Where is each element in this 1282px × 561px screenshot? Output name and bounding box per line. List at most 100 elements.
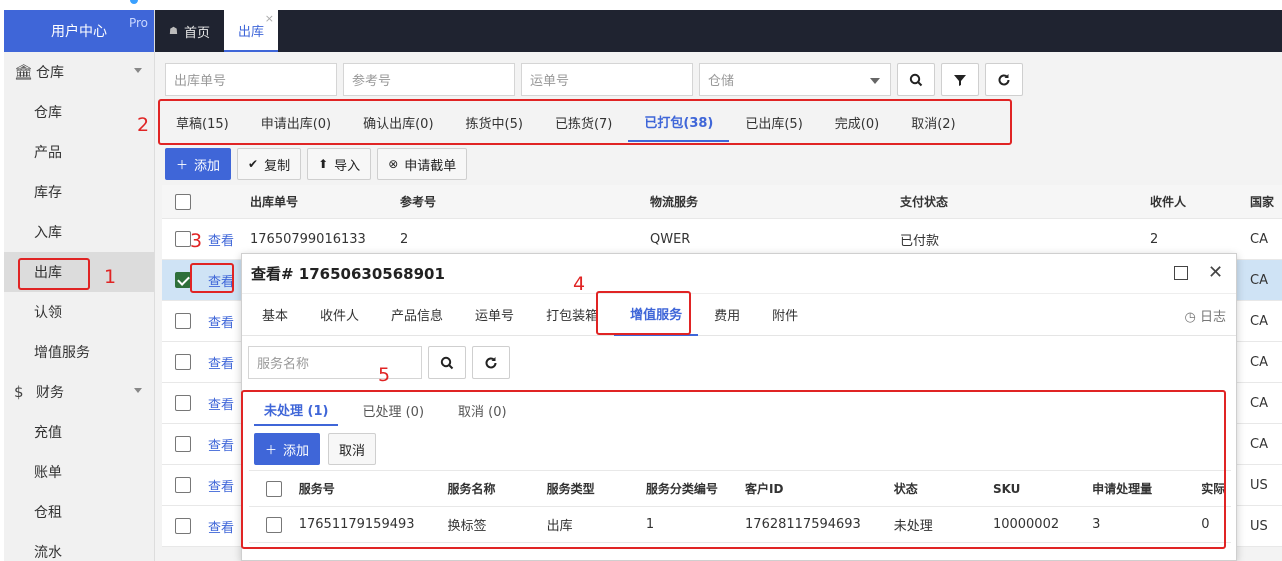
- placeholder: 服务名称: [257, 357, 310, 372]
- view-link[interactable]: 查看: [198, 476, 240, 495]
- placeholder: 运单号: [530, 74, 570, 89]
- cell-country: CA: [1250, 354, 1268, 370]
- annotation-number-4: 4: [573, 273, 586, 295]
- tab-label: 费用: [714, 309, 741, 324]
- row-check-cell: [162, 436, 198, 452]
- header-reference[interactable]: 参考号: [390, 193, 640, 210]
- maximize-icon[interactable]: [1174, 266, 1188, 280]
- filter-button[interactable]: [941, 63, 979, 96]
- add-button[interactable]: ＋ 添加: [165, 148, 232, 180]
- copy-button[interactable]: ✔ 复制: [237, 148, 302, 180]
- cell-logistics: QWER: [650, 231, 691, 247]
- filter-bar: 出库单号 参考号 运单号 仓储: [165, 63, 1023, 96]
- tab-attachments[interactable]: 附件: [756, 294, 814, 336]
- tab-label: 运单号: [475, 309, 515, 324]
- reference-no-input[interactable]: 参考号: [343, 63, 515, 96]
- sidebar-item-label: 仓租: [34, 505, 62, 521]
- sidebar-group-warehouse[interactable]: 🏛 仓库: [4, 52, 154, 92]
- view-link[interactable]: 查看: [198, 435, 240, 454]
- outbound-no-input[interactable]: 出库单号: [165, 63, 337, 96]
- row-checkbox[interactable]: [175, 272, 191, 288]
- tab-fees[interactable]: 费用: [698, 294, 756, 336]
- tab-label: 出库: [237, 24, 264, 40]
- log-link[interactable]: ◷ 日志: [1185, 306, 1227, 325]
- plus-icon: ＋: [176, 157, 189, 172]
- row-checkbox[interactable]: [175, 477, 191, 493]
- header-logistics[interactable]: 物流服务: [640, 193, 890, 210]
- select-all-cell: [162, 193, 198, 210]
- tab-label: 基本: [262, 309, 289, 324]
- cell-country: CA: [1250, 272, 1268, 288]
- clock-icon: ◷: [1184, 310, 1200, 325]
- service-name-input[interactable]: 服务名称: [248, 346, 422, 379]
- sidebar-item-value-added[interactable]: 增值服务: [4, 332, 154, 372]
- search-button[interactable]: [897, 63, 935, 96]
- tab-home[interactable]: ☗ 首页: [155, 10, 224, 52]
- cell-country: CA: [1250, 395, 1268, 411]
- warehouse-select[interactable]: 仓储: [699, 63, 891, 96]
- header-payment[interactable]: 支付状态: [890, 193, 1140, 210]
- intercept-button[interactable]: ⊗ 申请截单: [377, 148, 468, 180]
- row-check-cell: [162, 313, 198, 329]
- row-checkbox[interactable]: [175, 231, 191, 247]
- close-icon[interactable]: ✕: [1208, 262, 1223, 283]
- tab-basic[interactable]: 基本: [246, 294, 304, 336]
- cancel-circle-icon: ⊗: [388, 157, 399, 171]
- sidebar-item-claim[interactable]: 认领: [4, 292, 154, 332]
- view-link[interactable]: 查看: [198, 394, 240, 413]
- row-checkbox[interactable]: [175, 395, 191, 411]
- close-icon[interactable]: ×: [265, 12, 274, 25]
- annotation-number-5: 5: [378, 364, 391, 386]
- row-checkbox[interactable]: [175, 354, 191, 370]
- log-label: 日志: [1199, 310, 1226, 325]
- placeholder: 仓储: [708, 74, 735, 89]
- view-link[interactable]: 查看: [198, 230, 240, 249]
- app-root: 用户中心 Pro 🏛 仓库 仓库 产品 库存 入库 出库 认领 增值服务 $ 财…: [0, 0, 1282, 561]
- tab-outbound[interactable]: 出库 ×: [223, 10, 278, 52]
- cell-reference: 2: [400, 231, 409, 247]
- tab-label: 打包装箱: [546, 309, 599, 324]
- sidebar-item-flow[interactable]: 流水: [4, 532, 154, 561]
- tab-tracking[interactable]: 运单号: [459, 294, 530, 336]
- sidebar-item-bill[interactable]: 账单: [4, 452, 154, 492]
- sidebar-item-storage-rent[interactable]: 仓租: [4, 492, 154, 532]
- header-recipient[interactable]: 收件人: [1140, 193, 1240, 210]
- row-checkbox[interactable]: [175, 436, 191, 452]
- tracking-no-input[interactable]: 运单号: [521, 63, 693, 96]
- header-country[interactable]: 国家: [1240, 193, 1282, 210]
- import-button[interactable]: ⬆ 导入: [307, 148, 372, 180]
- header-outbound-no[interactable]: 出库单号: [240, 193, 390, 210]
- row-check-cell: [162, 395, 198, 411]
- sidebar-item-label: 增值服务: [34, 345, 90, 361]
- row-checkbox[interactable]: [175, 313, 191, 329]
- refresh-button[interactable]: [472, 346, 510, 379]
- bank-icon: 🏛: [14, 63, 34, 81]
- placeholder: 参考号: [352, 74, 392, 89]
- cell-payment: 已付款: [900, 233, 940, 249]
- refresh-button[interactable]: [985, 63, 1023, 96]
- tab-recipient[interactable]: 收件人: [304, 294, 375, 336]
- sidebar-item-inbound[interactable]: 入库: [4, 212, 154, 252]
- sidebar-item-label: 充值: [34, 425, 62, 441]
- sidebar-item-label: 库存: [34, 185, 62, 201]
- cell-recipient: 2: [1150, 231, 1159, 247]
- tab-product-info[interactable]: 产品信息: [375, 294, 459, 336]
- button-label: 添加: [194, 158, 221, 174]
- sidebar-item-recharge[interactable]: 充值: [4, 412, 154, 452]
- select-all-checkbox[interactable]: [175, 193, 191, 210]
- check-icon: ✔: [248, 157, 259, 171]
- sidebar-item-product[interactable]: 产品: [4, 132, 154, 172]
- cell-country: US: [1250, 518, 1268, 534]
- brand-header[interactable]: 用户中心 Pro: [4, 10, 154, 52]
- sidebar-item-warehouse[interactable]: 仓库: [4, 92, 154, 132]
- search-button[interactable]: [428, 346, 466, 379]
- sidebar-item-inventory[interactable]: 库存: [4, 172, 154, 212]
- view-link[interactable]: 查看: [198, 353, 240, 372]
- view-link[interactable]: 查看: [198, 312, 240, 331]
- sidebar-group-finance[interactable]: $ 财务: [4, 372, 154, 412]
- refresh-icon: [485, 356, 497, 368]
- row-checkbox[interactable]: [175, 518, 191, 534]
- annotation-box-2: [158, 99, 1012, 145]
- search-icon: [440, 356, 454, 369]
- view-link[interactable]: 查看: [198, 517, 240, 536]
